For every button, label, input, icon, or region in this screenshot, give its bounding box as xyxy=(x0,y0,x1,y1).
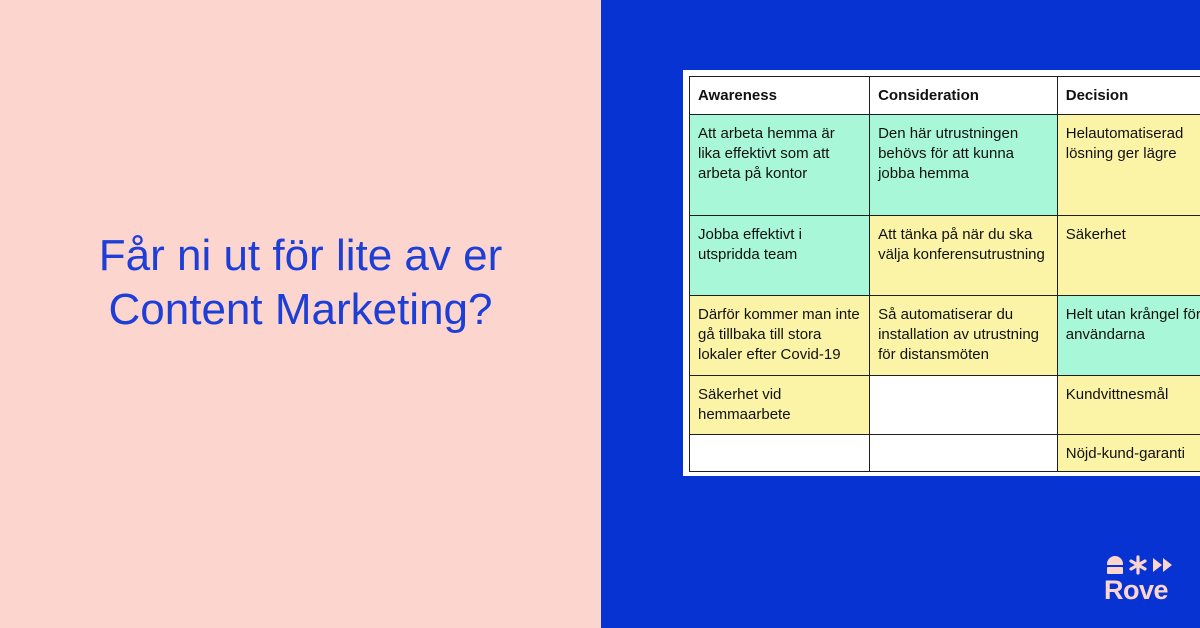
header-decision: Decision xyxy=(1056,76,1200,115)
table-cell: Att tänka på när du ska välja konferensu… xyxy=(869,215,1058,296)
table-row: Nöjd-kund-garanti xyxy=(688,434,1200,472)
table-cell: Den här utrustningen behövs för att kunn… xyxy=(869,114,1058,216)
table-cell: Helt utan krångel för användarna xyxy=(1056,295,1200,376)
table-cell: Säkerhet xyxy=(1056,215,1200,296)
headline: Får ni ut för lite av er Content Marketi… xyxy=(30,229,571,337)
table-row: Därför kommer man inte gå tillbaka till … xyxy=(688,295,1200,376)
table-cell xyxy=(869,434,1058,472)
headline-line-1: Får ni ut för lite av er xyxy=(98,231,503,280)
logo-icons xyxy=(1107,555,1172,575)
table-cell: Så automatiserar du installation av utru… xyxy=(869,295,1058,376)
header-awareness: Awareness xyxy=(688,76,871,115)
header-consideration: Consideration xyxy=(869,76,1058,115)
headline-line-2: Content Marketing? xyxy=(108,285,493,334)
table-cell xyxy=(869,375,1058,435)
table-cell: Kundvittnesmål xyxy=(1056,375,1200,435)
content-funnel-table: Awareness Consideration Decision Att arb… xyxy=(688,76,1200,472)
person-icon xyxy=(1107,556,1123,574)
table-cell xyxy=(688,434,871,472)
content-table-card: Awareness Consideration Decision Att arb… xyxy=(683,70,1200,476)
left-panel: Får ni ut för lite av er Content Marketi… xyxy=(0,0,601,628)
right-panel: Awareness Consideration Decision Att arb… xyxy=(601,0,1200,628)
brand-name: Rove xyxy=(1104,575,1169,605)
table-row: Jobba effektivt i utspridda team Att tän… xyxy=(688,215,1200,296)
table-cell: Säkerhet vid hemmaarbete xyxy=(688,375,871,435)
table-header-row: Awareness Consideration Decision xyxy=(688,76,1200,115)
table-row: Att arbeta hemma är lika effektivt som a… xyxy=(688,114,1200,216)
table-cell: Nöjd-kund-garanti xyxy=(1056,434,1200,472)
table-cell: Jobba effektivt i utspridda team xyxy=(688,215,871,296)
table-cell: Att arbeta hemma är lika effektivt som a… xyxy=(688,114,871,216)
rove-logo: Rove xyxy=(1104,555,1176,605)
table-cell: Helautomatiserad lösning ger lägre xyxy=(1056,114,1200,216)
table-cell: Därför kommer man inte gå tillbaka till … xyxy=(688,295,871,376)
table-row: Säkerhet vid hemmaarbete Kundvittnesmål xyxy=(688,375,1200,435)
fast-forward-icon xyxy=(1153,558,1172,572)
asterisk-icon xyxy=(1129,555,1147,575)
